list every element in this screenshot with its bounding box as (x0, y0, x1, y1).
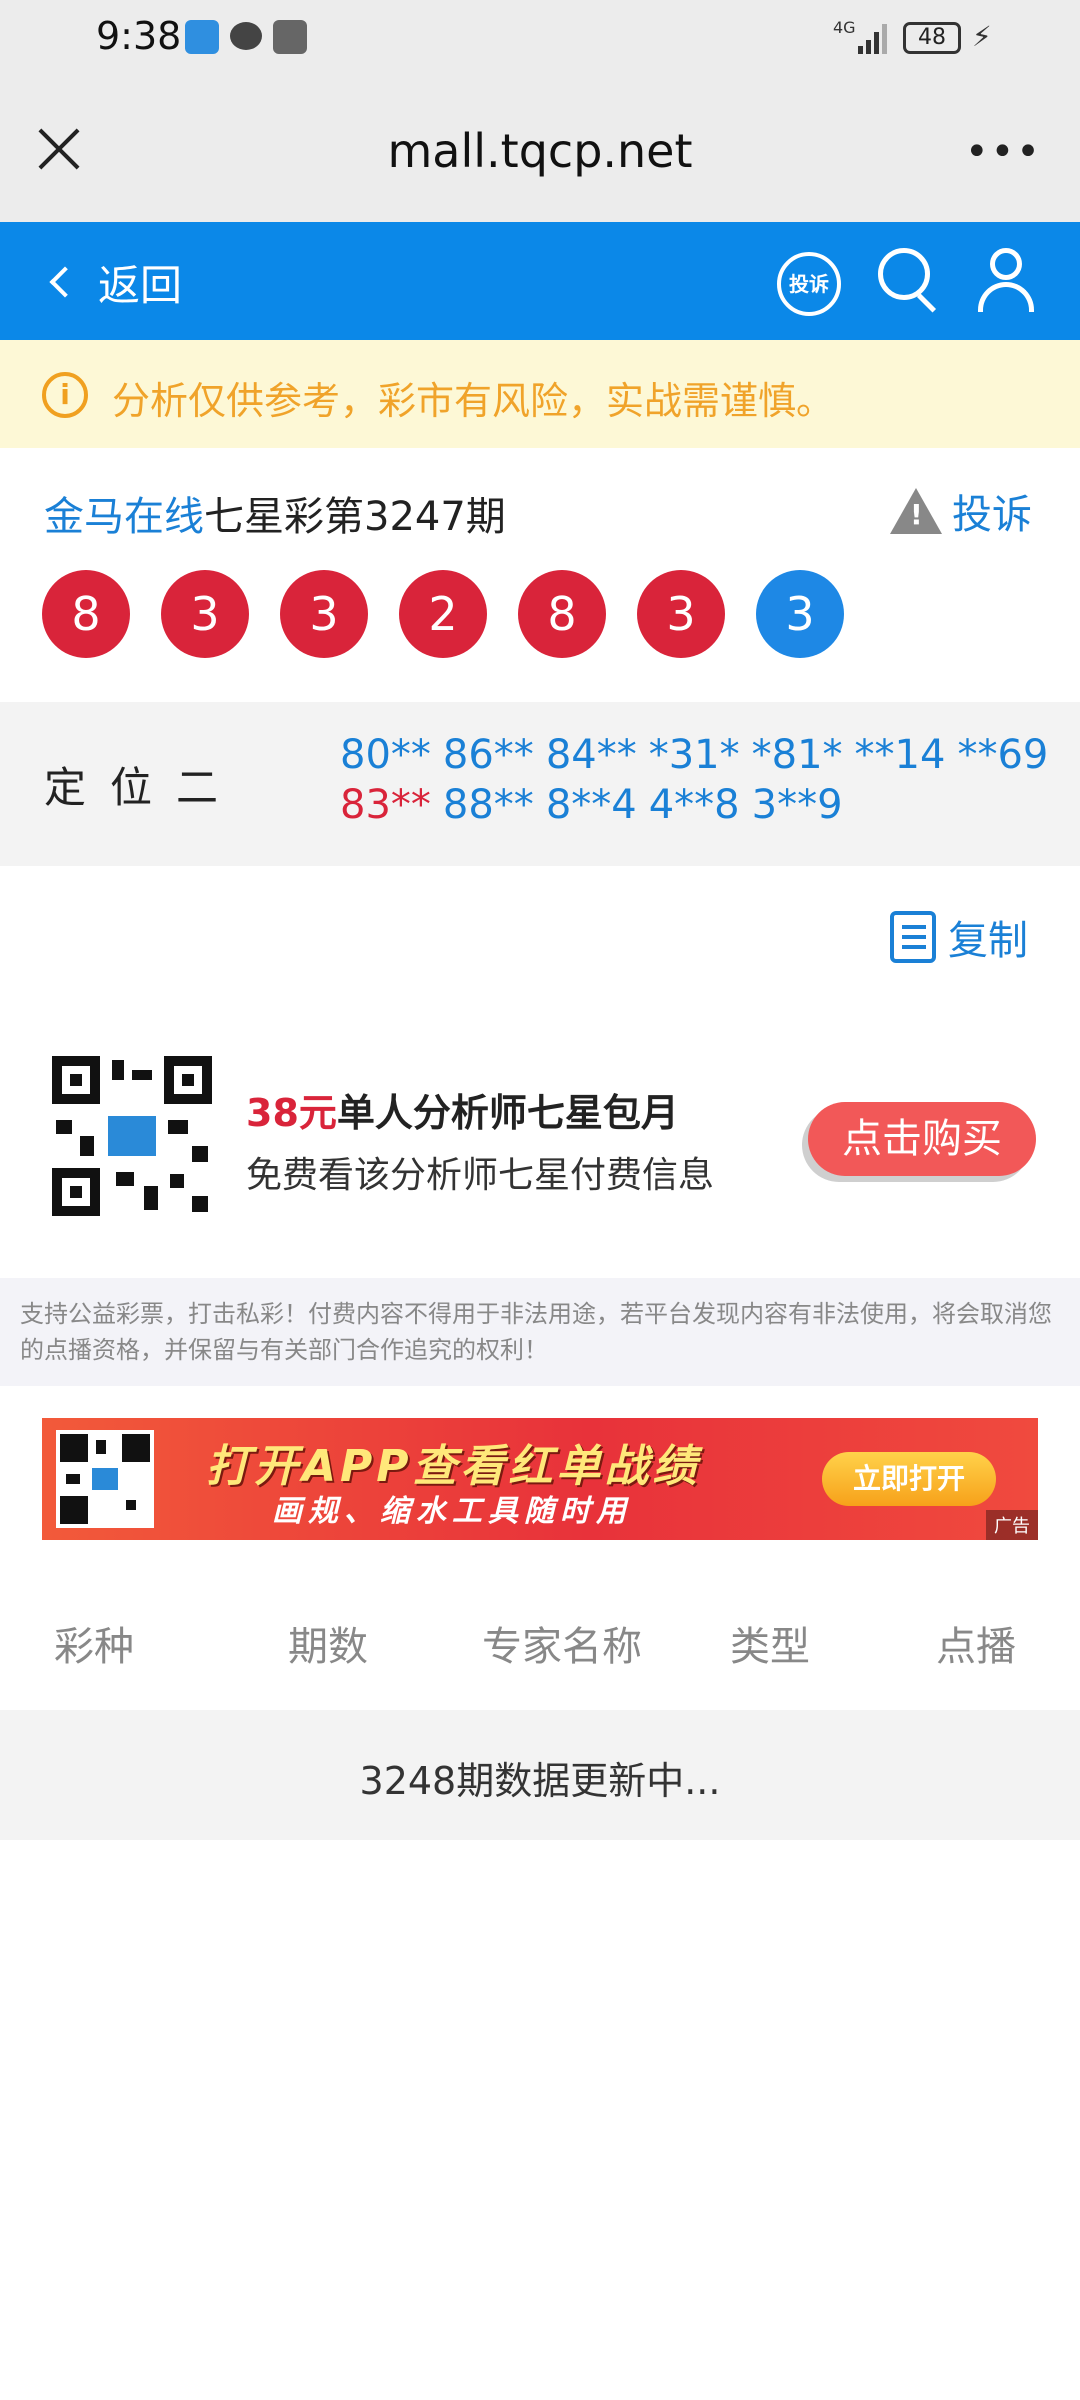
app-notification-icon (273, 20, 307, 54)
promo-price: 38元 (246, 1091, 337, 1135)
position-numbers: 80** 86** 84** *31* *81* **14 **69 83** 88** 8**… (340, 730, 1060, 830)
column-header-play: 点播 (936, 1624, 1016, 1670)
position-label: 定位二 (44, 763, 243, 812)
warning-banner: i 分析仅供参考，彩市有风险，实战需谨慎。 (0, 340, 1080, 448)
draw-ball-special: 3 (756, 570, 844, 658)
url-title: mall.tqcp.net (387, 124, 693, 178)
chevron-left-icon (49, 266, 81, 298)
table-body: 3248期数据更新中... (0, 1710, 1080, 1840)
position-number: *81* (751, 732, 843, 778)
browser-toolbar: mall.tqcp.net ••• (0, 80, 1080, 222)
disclaimer-text: 支持公益彩票，打击私彩！付费内容不得用于非法用途，若平台发现内容有非法使用，将会… (0, 1278, 1080, 1386)
draw-ball: 8 (518, 570, 606, 658)
signal-icon (858, 22, 888, 54)
position-number: 8**4 (545, 782, 637, 828)
battery-icon: 48 (903, 22, 961, 54)
complain-icon[interactable]: 投诉 (777, 252, 841, 316)
warning-triangle-icon: ! (890, 488, 942, 534)
position-number: 84** (545, 732, 637, 778)
draw-ball: 2 (399, 570, 487, 658)
complain-label: 投诉 (952, 492, 1032, 538)
warning-text: 分析仅供参考，彩市有风险，实战需谨慎。 (112, 379, 835, 423)
home-app-icon (185, 20, 219, 54)
draw-title: 金马在线七星彩第3247期 (44, 484, 506, 542)
ad-tag: 广告 (986, 1510, 1038, 1540)
position-number: **14 (854, 732, 946, 778)
site-name-link[interactable]: 金马在线 (44, 494, 204, 540)
position-number: **69 (957, 732, 1049, 778)
promo-title-text: 单人分析师七星包月 (336, 1091, 679, 1135)
position-number: 3**9 (751, 782, 843, 828)
draw-ball: 3 (280, 570, 368, 658)
position-section: 定位二 80** 86** 84** *31* *81* **14 **69 83** 88*… (0, 702, 1080, 866)
status-bar: 9:38 4G 48 ⚡ (0, 0, 1080, 80)
position-number: 86** (442, 732, 534, 778)
status-time: 9:38 (96, 14, 182, 58)
draw-name: 七星彩第3247期 (204, 494, 506, 540)
qr-code (52, 1056, 212, 1216)
column-header-type: 类型 (730, 1624, 810, 1670)
more-menu-icon[interactable]: ••• (965, 132, 1042, 172)
open-app-button[interactable]: 立即打开 (822, 1452, 996, 1506)
app-header: 返回 投诉 (0, 222, 1080, 340)
info-icon: i (42, 372, 88, 418)
position-number-hit: 83** (340, 782, 431, 828)
copy-icon (890, 911, 936, 963)
buy-button[interactable]: 点击购买 (808, 1102, 1036, 1176)
network-type: 4G (833, 18, 856, 37)
app-download-banner[interactable]: 打开APP查看红单战绩 画规、缩水工具随时用 立即打开 广告 (42, 1418, 1038, 1540)
promo-subtitle: 免费看该分析师七星付费信息 (246, 1155, 715, 1196)
column-header-expert: 专家名称 (482, 1624, 642, 1670)
draw-ball: 8 (42, 570, 130, 658)
charging-icon: ⚡ (972, 20, 992, 53)
banner-qr-code (56, 1430, 154, 1528)
banner-title: 打开APP查看红单战绩 (206, 1441, 701, 1492)
position-number: 4**8 (648, 782, 740, 828)
promo-title: 38元单人分析师七星包月 (246, 1082, 679, 1137)
user-icon[interactable] (976, 248, 1036, 314)
complain-button[interactable]: ! 投诉 (890, 482, 1032, 540)
position-number: *31* (648, 732, 740, 778)
subscription-promo: 38元单人分析师七星包月 免费看该分析师七星付费信息 点击购买 (0, 1046, 1080, 1226)
draw-ball: 3 (637, 570, 725, 658)
chat-bubble-icon (230, 22, 262, 50)
update-status-text: 3248期数据更新中... (359, 1759, 721, 1803)
column-header-lottery: 彩种 (54, 1624, 134, 1670)
back-button[interactable]: 返回 (46, 252, 182, 312)
draw-balls: 8 3 3 2 8 3 3 (42, 570, 844, 658)
column-header-period: 期数 (288, 1624, 368, 1670)
position-number: 88** (442, 782, 534, 828)
banner-subtitle: 画规、缩水工具随时用 (272, 1494, 632, 1529)
position-number: 80** (340, 732, 431, 778)
copy-label: 复制 (948, 918, 1028, 964)
back-label: 返回 (98, 260, 183, 310)
copy-button[interactable]: 复制 (890, 908, 1028, 966)
draw-ball: 3 (161, 570, 249, 658)
search-icon[interactable] (878, 248, 944, 314)
